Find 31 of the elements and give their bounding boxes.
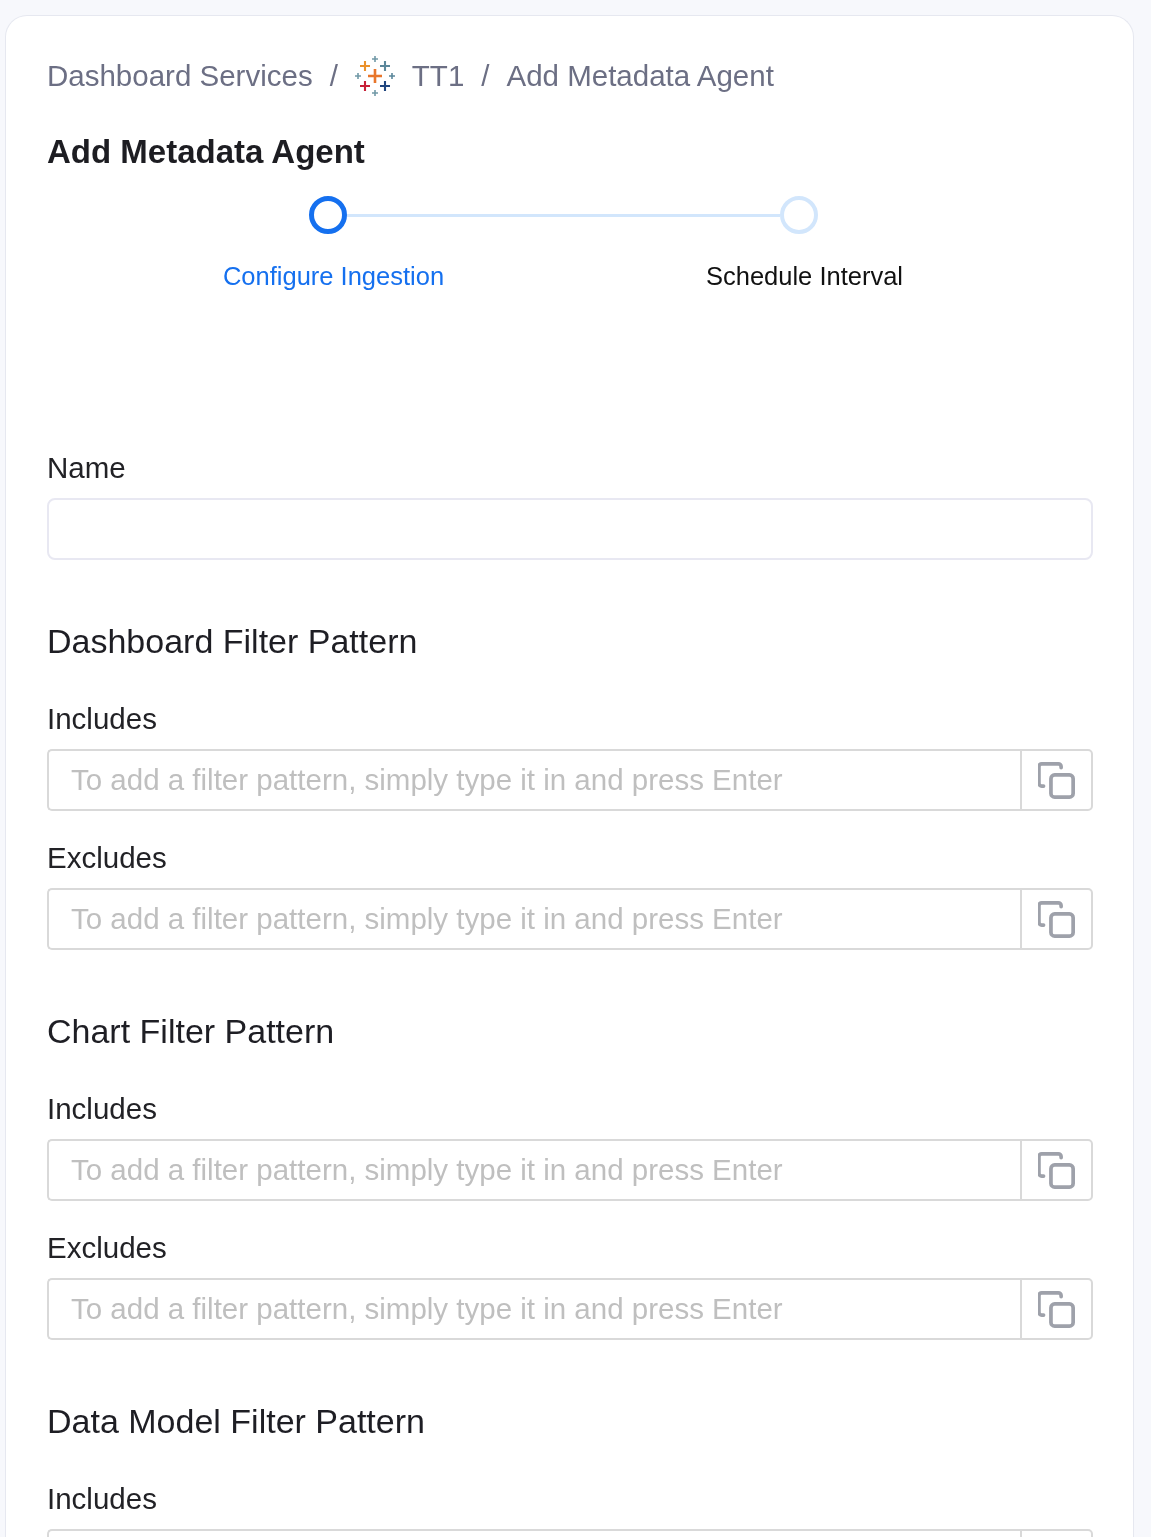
breadcrumb-link[interactable]: Dashboard Services bbox=[47, 56, 313, 96]
section-title: Dashboard Filter Pattern bbox=[47, 621, 418, 662]
field-label: Excludes bbox=[47, 1230, 167, 1266]
filter-input[interactable]: To add a filter pattern, simply type it in and press Enter bbox=[47, 1139, 1020, 1201]
copy-button[interactable] bbox=[1020, 1139, 1093, 1201]
breadcrumb-link[interactable]: TT1 bbox=[411, 56, 465, 96]
step-label[interactable]: Schedule Interval bbox=[705, 259, 903, 293]
breadcrumb-separator: / bbox=[329, 58, 338, 94]
page-title: Add Metadata Agent bbox=[47, 132, 366, 172]
copy-icon bbox=[1038, 1151, 1075, 1189]
filter-input[interactable]: To add a filter pattern, simply type it in and press Enter bbox=[47, 1278, 1020, 1340]
field-label: Excludes bbox=[47, 840, 167, 876]
field-label: Includes bbox=[47, 1091, 157, 1127]
copy-icon bbox=[1038, 761, 1075, 799]
breadcrumb-current: Add Metadata Agent bbox=[506, 58, 774, 94]
copy-icon bbox=[1038, 1290, 1075, 1328]
copy-icon bbox=[1038, 900, 1075, 938]
field-label: Includes bbox=[47, 1481, 157, 1517]
crosses-icon bbox=[354, 56, 395, 96]
step-circle[interactable] bbox=[309, 196, 347, 234]
filter-input[interactable]: To add a filter pattern, simply type it in and press Enter bbox=[47, 888, 1020, 950]
step-label[interactable]: Configure Ingestion bbox=[222, 259, 445, 293]
filter-input[interactable]: To add a filter pattern, simply type it in and press Enter bbox=[47, 749, 1020, 811]
section-title: Chart Filter Pattern bbox=[47, 1011, 335, 1052]
copy-button[interactable] bbox=[1020, 888, 1093, 950]
field-label: Name bbox=[47, 450, 126, 486]
section-title: Data Model Filter Pattern bbox=[47, 1401, 425, 1442]
breadcrumb-separator: / bbox=[481, 58, 490, 94]
copy-button[interactable] bbox=[1020, 1278, 1093, 1340]
field-label: Includes bbox=[47, 701, 157, 737]
copy-button[interactable] bbox=[1020, 749, 1093, 811]
